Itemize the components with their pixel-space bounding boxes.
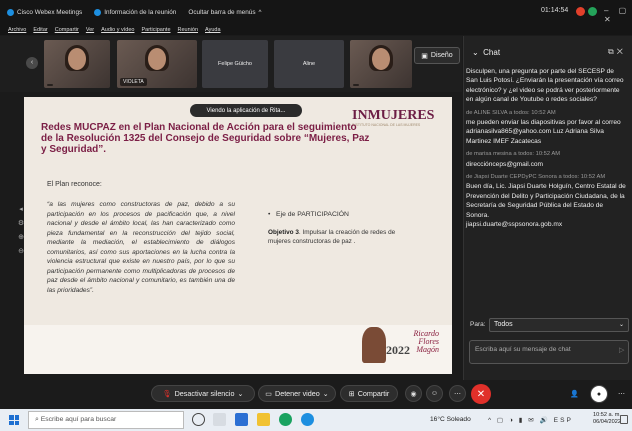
- participant-name: Felipe Güicho: [218, 61, 252, 67]
- share-button[interactable]: ⊞ Compartir: [340, 385, 398, 402]
- layout-icon: ▣: [421, 52, 428, 60]
- chat-input[interactable]: Escriba aquí su mensaje de chat: [469, 340, 629, 364]
- task-view-icon[interactable]: [213, 413, 226, 426]
- slide-title: Redes MUCPAZ en el Plan Nacional de Acci…: [41, 122, 370, 155]
- taskbar-search-input[interactable]: ⌕ Escribe aquí para buscar: [28, 411, 184, 429]
- participant-tile[interactable]: [44, 40, 110, 88]
- chat-icon: ●: [596, 390, 602, 398]
- participant-name: VIOLETA: [120, 78, 147, 86]
- portrait-image: [362, 327, 386, 363]
- menu-audio-video[interactable]: Audio y vídeo: [101, 27, 134, 33]
- reactions-button[interactable]: ☺: [426, 385, 443, 402]
- chevron-down-icon: ⌄: [237, 389, 244, 398]
- more-panels-button[interactable]: ⋯: [613, 385, 630, 402]
- chevron-left-icon[interactable]: ‹: [26, 57, 38, 69]
- avatar: [372, 48, 390, 70]
- participant-tile[interactable]: Felipe Güicho: [202, 40, 268, 88]
- recording-icon: [576, 7, 585, 16]
- chat-message: Disculpen, una pregunta por parte del SE…: [466, 68, 624, 104]
- participants-button[interactable]: 👤: [566, 385, 583, 402]
- chevron-up-icon: ^: [258, 9, 262, 16]
- windows-start-icon[interactable]: [9, 415, 19, 425]
- slide-bullet: • Eje de PARTICIPACIÓN: [268, 211, 349, 218]
- cortana-icon[interactable]: [192, 413, 205, 426]
- more-options-button[interactable]: ⋯: [449, 385, 466, 402]
- menu-ver[interactable]: Ver: [86, 27, 94, 33]
- chat-to-label: Para:: [470, 321, 486, 328]
- webex-logo-icon: [7, 9, 14, 16]
- record-button[interactable]: ◉: [405, 385, 422, 402]
- avatar: [68, 48, 86, 70]
- annotation-toolbar: ◂ ⚙ ⊕ ⊖: [16, 205, 26, 275]
- participant-tile[interactable]: Aline: [274, 40, 344, 88]
- chat-messages: Disculpen, una pregunta por parte del SE…: [466, 67, 626, 230]
- window-controls[interactable]: – ▢ ✕: [604, 6, 632, 24]
- title-bar: Cisco Webex Meetings Información de la r…: [0, 0, 632, 25]
- hide-menu-bar-button[interactable]: Ocultar barra de menús ^: [188, 9, 261, 16]
- share-icon: ⊞: [348, 389, 355, 398]
- record-icon: ◉: [410, 390, 417, 398]
- meeting-status-icon: [588, 7, 597, 16]
- menu-archivo[interactable]: Archivo: [8, 27, 26, 33]
- menu-editar[interactable]: Editar: [33, 27, 47, 33]
- chat-header: ⌄ Chat: [472, 48, 501, 57]
- more-icon: ⋯: [618, 390, 625, 398]
- meeting-info-button[interactable]: Información de la reunión: [94, 9, 176, 16]
- menu-compartir[interactable]: Compartir: [55, 27, 79, 33]
- app-title: Cisco Webex Meetings: [7, 9, 82, 16]
- chevron-down-icon: ⌄: [618, 322, 624, 328]
- chrome-icon[interactable]: [279, 413, 292, 426]
- word-icon[interactable]: [235, 413, 248, 426]
- slide-objective: Objetivo 3. Impulsar la creación de rede…: [268, 229, 396, 245]
- viewing-banner: Viendo la aplicación de Rita...: [190, 104, 302, 117]
- settings-icon[interactable]: ⚙: [18, 219, 24, 227]
- chat-panel-controls[interactable]: ⧉✕: [608, 47, 626, 57]
- system-tray[interactable]: ^ ▢ ◑ ▮ ✉ 🔊 ESP: [488, 416, 573, 424]
- chat-button[interactable]: ●: [590, 385, 608, 403]
- layout-button[interactable]: ▣ Diseño: [414, 47, 460, 64]
- participant-tile[interactable]: [350, 40, 412, 88]
- taskbar-clock[interactable]: 10:52 a. m. 06/04/2022: [593, 412, 621, 426]
- weather-widget[interactable]: 16°C Soleado: [430, 416, 471, 423]
- chat-message: de ALINE SILVA a todos: 10:52 AM me pued…: [466, 109, 621, 145]
- info-icon: [94, 9, 102, 16]
- participant-name: [47, 84, 53, 86]
- chat-recipient-select[interactable]: Todos ⌄: [489, 318, 629, 332]
- chat-message: de Jiapsi Duarte CEPDyPC Sonora a todos:…: [466, 174, 626, 229]
- participant-name: Aline: [302, 61, 316, 67]
- participant-name: [353, 84, 359, 86]
- more-icon: ⋯: [454, 390, 461, 398]
- end-call-button[interactable]: ✕: [471, 384, 491, 404]
- webex-taskbar-icon[interactable]: [301, 413, 314, 426]
- flores-magon-banner: 2022 Ricardo Flores Magón: [362, 325, 442, 369]
- zoom-out-icon[interactable]: ⊖: [18, 247, 24, 255]
- slide-subheading: El Plan reconoce:: [47, 181, 102, 188]
- notification-icon[interactable]: [620, 415, 628, 424]
- person-icon: 👤: [570, 390, 579, 398]
- file-explorer-icon[interactable]: [257, 413, 270, 426]
- send-icon[interactable]: ▷: [619, 346, 624, 354]
- avatar: [148, 48, 166, 70]
- pointer-icon[interactable]: ◂: [19, 205, 23, 213]
- participant-tile[interactable]: VIOLETA: [117, 40, 197, 88]
- chat-message: de marisa mesina a todos: 10:52 AM direc…: [466, 151, 561, 168]
- stop-video-button[interactable]: ▭ Detener video ⌄: [258, 385, 336, 402]
- close-icon: ✕: [476, 388, 486, 400]
- menu-ayuda[interactable]: Ayuda: [205, 27, 221, 33]
- smiley-icon: ☺: [430, 390, 439, 397]
- menu-reunion[interactable]: Reunión: [178, 27, 199, 33]
- camera-icon: ▭: [265, 389, 272, 398]
- menu-participante[interactable]: Participante: [141, 27, 170, 33]
- microphone-muted-icon: 🎙: [162, 389, 172, 398]
- chevron-down-icon: ⌄: [322, 389, 329, 398]
- zoom-in-icon[interactable]: ⊕: [18, 233, 24, 241]
- meeting-timer: 01:14:54: [541, 7, 569, 14]
- slide-quote: “a las mujeres como constructoras de paz…: [47, 201, 235, 294]
- menu-bar: Archivo Editar Compartir Ver Audio y víd…: [0, 25, 632, 35]
- unmute-button[interactable]: 🎙 Desactivar silencio ⌄: [151, 385, 255, 402]
